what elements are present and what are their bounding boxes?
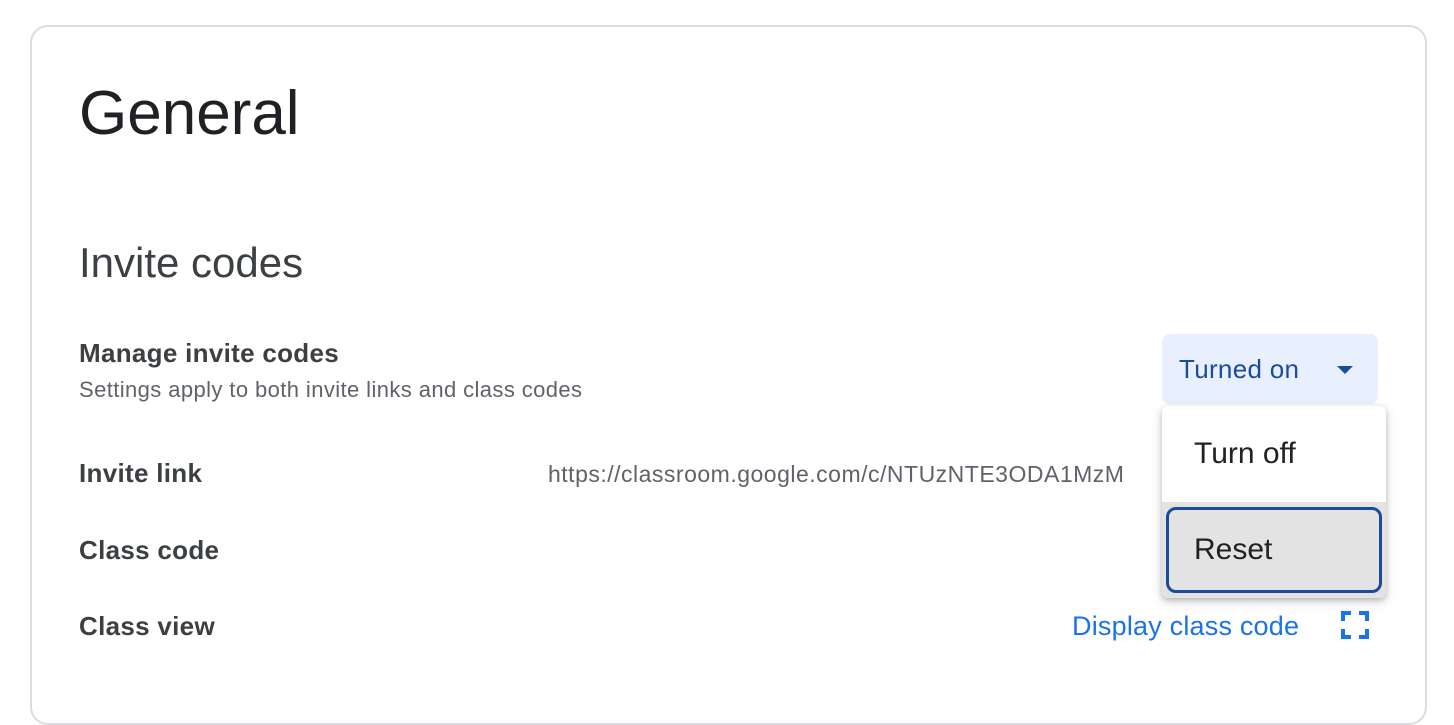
invite-codes-dropdown[interactable]: Turned on bbox=[1162, 334, 1378, 404]
fullscreen-icon[interactable] bbox=[1341, 611, 1369, 639]
invite-link-url[interactable]: https://classroom.google.com/c/NTUzNTE3O… bbox=[548, 460, 1160, 488]
page-title: General bbox=[79, 79, 300, 148]
manage-invite-codes-description: Settings apply to both invite links and … bbox=[79, 377, 583, 402]
class-code-label: Class code bbox=[79, 535, 220, 565]
display-class-code-link[interactable]: Display class code bbox=[1072, 610, 1299, 642]
dropdown-value: Turned on bbox=[1179, 354, 1300, 384]
invite-codes-menu: Turn off Reset bbox=[1162, 406, 1386, 598]
menu-item-reset[interactable]: Reset bbox=[1162, 502, 1386, 598]
manage-invite-codes-label: Manage invite codes bbox=[79, 338, 339, 368]
caret-down-icon bbox=[1337, 366, 1353, 374]
class-view-label: Class view bbox=[79, 611, 215, 641]
menu-item-label: Turn off bbox=[1194, 437, 1296, 470]
section-title-invite-codes: Invite codes bbox=[79, 239, 304, 286]
menu-item-turn-off[interactable]: Turn off bbox=[1162, 406, 1386, 502]
menu-item-label: Reset bbox=[1194, 533, 1273, 566]
invite-link-label: Invite link bbox=[79, 458, 203, 488]
